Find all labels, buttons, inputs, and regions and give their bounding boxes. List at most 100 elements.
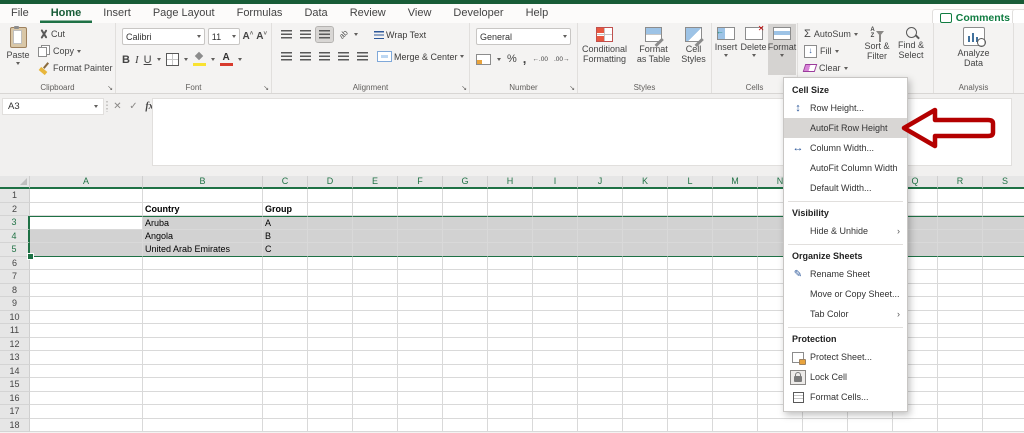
cell-H4[interactable] — [488, 230, 533, 244]
cell-S3[interactable] — [983, 216, 1024, 230]
cell-L15[interactable] — [668, 378, 713, 392]
cell-J14[interactable] — [578, 365, 623, 379]
cell-F8[interactable] — [398, 284, 443, 298]
cell-S13[interactable] — [983, 351, 1024, 365]
number-format-select[interactable]: General — [476, 28, 571, 45]
cell-L1[interactable] — [668, 189, 713, 203]
cell-D6[interactable] — [308, 257, 353, 271]
cell-G14[interactable] — [443, 365, 488, 379]
cell-G8[interactable] — [443, 284, 488, 298]
menu-item-row-height[interactable]: ↕Row Height... — [784, 98, 907, 118]
cell-F14[interactable] — [398, 365, 443, 379]
cell-K5[interactable] — [623, 243, 668, 257]
cell-S9[interactable] — [983, 297, 1024, 311]
font-dialog-launcher[interactable]: ↘ — [263, 84, 269, 92]
cell-J16[interactable] — [578, 392, 623, 406]
cell-M14[interactable] — [713, 365, 758, 379]
font-size-select[interactable]: 11 — [208, 28, 240, 45]
cell-K16[interactable] — [623, 392, 668, 406]
find-select-button[interactable]: Find & Select — [894, 24, 928, 75]
cell-E3[interactable] — [353, 216, 398, 230]
cell-K15[interactable] — [623, 378, 668, 392]
cell-J3[interactable] — [578, 216, 623, 230]
cell-E6[interactable] — [353, 257, 398, 271]
cell-M13[interactable] — [713, 351, 758, 365]
cell-I5[interactable] — [533, 243, 578, 257]
cell-F17[interactable] — [398, 405, 443, 419]
column-header-I[interactable]: I — [533, 176, 578, 189]
shrink-font-button[interactable]: A˅ — [256, 31, 267, 42]
cell-styles-button[interactable]: Cell Styles — [677, 24, 711, 75]
tab-data[interactable]: Data — [293, 4, 338, 23]
cell-J7[interactable] — [578, 270, 623, 284]
cell-H1[interactable] — [488, 189, 533, 203]
cell-B8[interactable] — [143, 284, 263, 298]
row-header-1[interactable]: 1 — [0, 189, 30, 203]
menu-item-rename-sheet[interactable]: ✎Rename Sheet — [784, 264, 907, 284]
row-header-13[interactable]: 13 — [0, 351, 30, 365]
row-header-11[interactable]: 11 — [0, 324, 30, 338]
cell-G18[interactable] — [443, 419, 488, 433]
copy-button[interactable]: Copy — [36, 43, 113, 60]
cell-G7[interactable] — [443, 270, 488, 284]
align-right-button[interactable] — [316, 49, 333, 64]
cell-D7[interactable] — [308, 270, 353, 284]
cell-H6[interactable] — [488, 257, 533, 271]
cell-E9[interactable] — [353, 297, 398, 311]
column-header-A[interactable]: A — [30, 176, 143, 189]
cell-A7[interactable] — [30, 270, 143, 284]
cell-F16[interactable] — [398, 392, 443, 406]
column-header-E[interactable]: E — [353, 176, 398, 189]
percent-style-button[interactable]: % — [507, 53, 517, 65]
cell-I16[interactable] — [533, 392, 578, 406]
cell-L3[interactable] — [668, 216, 713, 230]
cell-C17[interactable] — [263, 405, 308, 419]
cell-M8[interactable] — [713, 284, 758, 298]
cell-H8[interactable] — [488, 284, 533, 298]
column-header-R[interactable]: R — [938, 176, 983, 189]
cell-D10[interactable] — [308, 311, 353, 325]
increase-indent-button[interactable] — [354, 49, 371, 64]
cell-J15[interactable] — [578, 378, 623, 392]
cell-R8[interactable] — [938, 284, 983, 298]
row-header-5[interactable]: 5 — [0, 243, 30, 257]
cell-C14[interactable] — [263, 365, 308, 379]
cell-K2[interactable] — [623, 203, 668, 217]
cell-E11[interactable] — [353, 324, 398, 338]
cell-B17[interactable] — [143, 405, 263, 419]
format-cells-menu-button[interactable]: Format — [768, 24, 796, 75]
cell-J6[interactable] — [578, 257, 623, 271]
cell-S8[interactable] — [983, 284, 1024, 298]
cell-K12[interactable] — [623, 338, 668, 352]
cell-A5[interactable] — [30, 243, 143, 257]
cell-S14[interactable] — [983, 365, 1024, 379]
fill-color-button[interactable] — [193, 53, 206, 66]
insert-cells-button[interactable]: Insert — [713, 24, 739, 75]
italic-button[interactable]: I — [135, 54, 139, 66]
name-box[interactable]: A3 — [2, 98, 104, 115]
cell-F1[interactable] — [398, 189, 443, 203]
cell-D16[interactable] — [308, 392, 353, 406]
tab-file[interactable]: File — [0, 4, 40, 23]
cell-L18[interactable] — [668, 419, 713, 433]
cell-R4[interactable] — [938, 230, 983, 244]
cell-C3[interactable]: A — [263, 216, 308, 230]
cell-R1[interactable] — [938, 189, 983, 203]
cell-S16[interactable] — [983, 392, 1024, 406]
cell-L7[interactable] — [668, 270, 713, 284]
row-header-16[interactable]: 16 — [0, 392, 30, 406]
cell-A17[interactable] — [30, 405, 143, 419]
row-header-7[interactable]: 7 — [0, 270, 30, 284]
cell-B2[interactable]: Country — [143, 203, 263, 217]
menu-item-lock-cell[interactable]: Lock Cell — [784, 367, 907, 387]
cell-K18[interactable] — [623, 419, 668, 433]
row-header-3[interactable]: 3 — [0, 216, 30, 230]
cell-K8[interactable] — [623, 284, 668, 298]
column-header-G[interactable]: G — [443, 176, 488, 189]
cell-I15[interactable] — [533, 378, 578, 392]
grow-font-button[interactable]: A˄ — [243, 31, 254, 42]
cell-S12[interactable] — [983, 338, 1024, 352]
cell-B12[interactable] — [143, 338, 263, 352]
menu-item-hide-unhide[interactable]: Hide & Unhide› — [784, 221, 907, 241]
row-header-4[interactable]: 4 — [0, 230, 30, 244]
